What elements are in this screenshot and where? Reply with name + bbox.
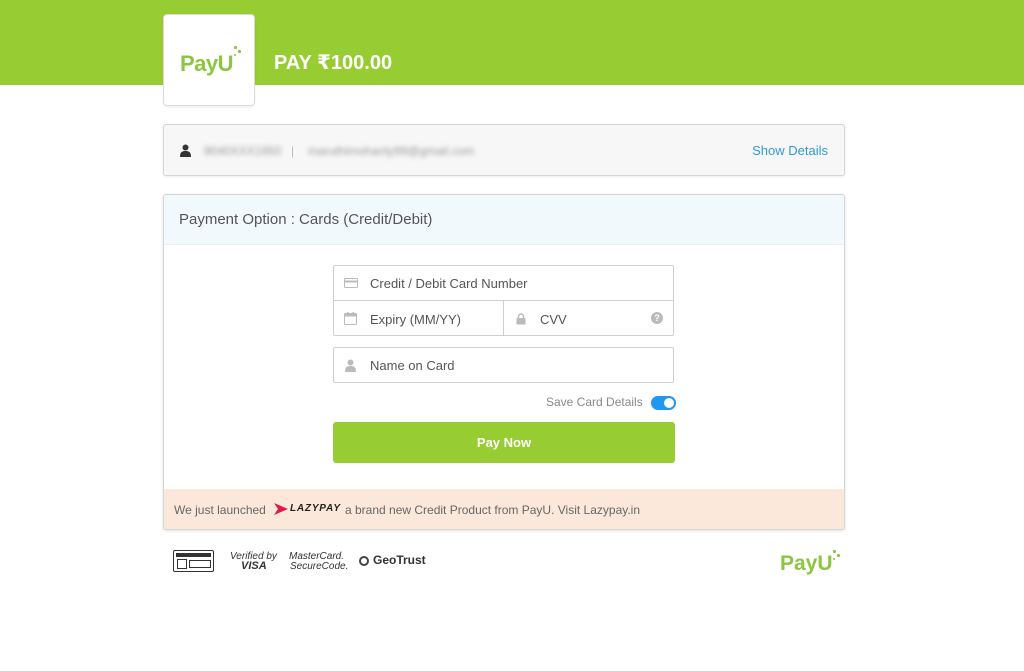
name-on-card-field[interactable]: Name on Card (333, 347, 674, 383)
footer-payu-u: U (817, 552, 833, 575)
help-icon[interactable]: ? (651, 312, 663, 324)
payu-logo-pay: Pay (180, 51, 218, 76)
mastercard-securecode-line2: SecureCode. (290, 561, 349, 572)
pci-dss-badge (173, 550, 214, 572)
payment-option-title: Payment Option : Cards (Credit/Debit) (179, 211, 433, 228)
payu-logo-u: U (217, 51, 234, 76)
user-icon (180, 144, 191, 157)
payment-option-header: Payment Option : Cards (Credit/Debit) (164, 195, 844, 245)
save-card-toggle[interactable] (651, 396, 676, 410)
card-number-placeholder: Credit / Debit Card Number (370, 276, 528, 291)
promo-text-after: a brand new Credit Product from PayU. Vi… (345, 503, 641, 517)
calendar-icon (344, 312, 357, 325)
footer-payu-pay: Pay (780, 552, 818, 575)
name-on-card-placeholder: Name on Card (370, 358, 455, 373)
payu-logo: PayU (163, 14, 255, 106)
show-details-link[interactable]: Show Details (752, 143, 828, 158)
payment-card-panel: Payment Option : Cards (Credit/Debit) Cr… (163, 194, 845, 530)
card-icon (344, 278, 358, 288)
expiry-field[interactable]: Expiry (MM/YY) (333, 300, 504, 336)
cvv-field[interactable]: CVV ? (503, 300, 674, 336)
lazypay-promo-banner: We just launched LAZYPAY a brand new Cre… (164, 489, 844, 529)
payment-amount-title: PAY ₹100.00 (274, 52, 393, 74)
card-number-field[interactable]: Credit / Debit Card Number (333, 265, 674, 301)
save-card-label: Save Card Details (546, 395, 643, 409)
lock-icon (516, 313, 526, 325)
pay-now-button[interactable]: Pay Now (333, 422, 675, 463)
expiry-placeholder: Expiry (MM/YY) (370, 312, 461, 327)
customer-phone: 9040XXX1950 (204, 144, 282, 158)
svg-text:?: ? (654, 313, 660, 323)
top-banner (0, 0, 1024, 85)
promo-text-before: We just launched (174, 503, 266, 517)
save-card-toggle-knob (664, 398, 674, 408)
geotrust-badge: GeoTrust (373, 553, 426, 567)
customer-details-bar: 9040XXX1950 | maruthimohanty99@gmail.com… (163, 124, 845, 176)
lazypay-wordmark: LAZYPAY (290, 503, 341, 514)
customer-email: maruthimohanty99@gmail.com (308, 144, 475, 158)
cvv-placeholder: CVV (540, 312, 567, 327)
customer-separator: | (291, 144, 295, 158)
lazypay-icon (274, 503, 288, 515)
verified-by-visa-line2: VISA (241, 560, 267, 572)
geotrust-icon (359, 556, 369, 566)
footer-payu-logo: PayU (780, 550, 840, 576)
payu-logo-text: PayU (180, 51, 234, 77)
person-icon (345, 359, 356, 372)
